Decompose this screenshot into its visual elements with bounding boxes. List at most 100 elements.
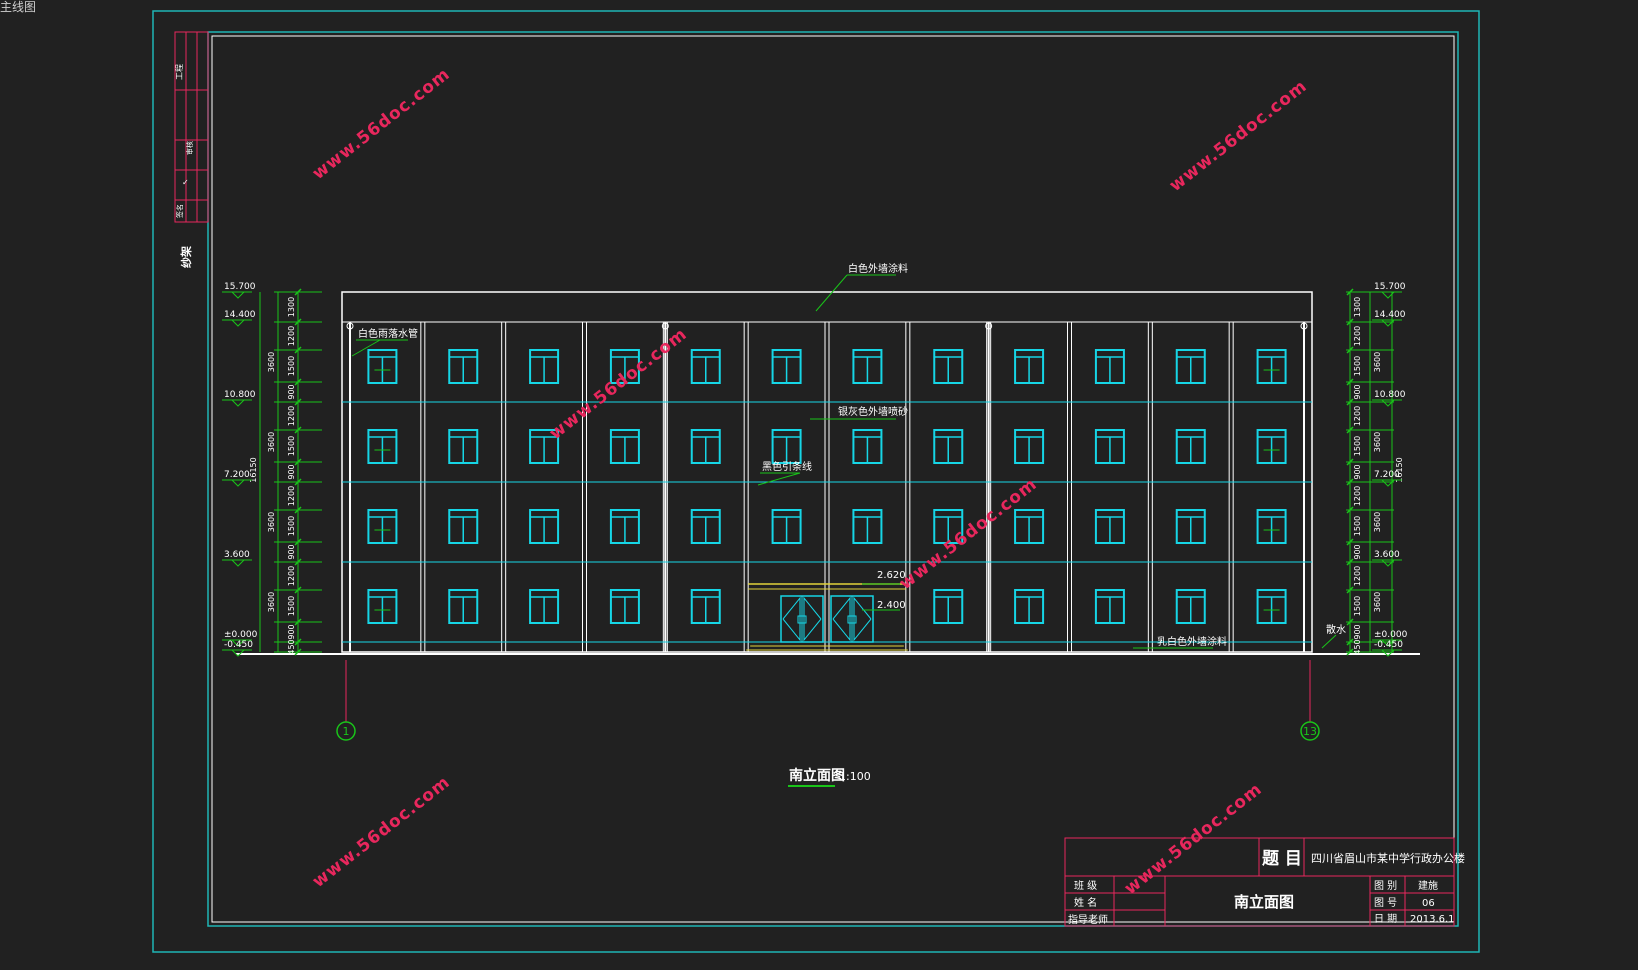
window bbox=[529, 589, 560, 624]
watermark-text: www.56doc.com bbox=[309, 64, 454, 184]
level-marker bbox=[231, 319, 245, 327]
plinth-label: 乳白色外墙涂料 bbox=[1157, 635, 1227, 648]
window bbox=[529, 509, 560, 544]
roof-paint-label: 白色外墙涂料 bbox=[848, 262, 908, 275]
window bbox=[1094, 589, 1125, 624]
window bbox=[529, 349, 560, 384]
level-marker bbox=[231, 479, 245, 487]
dim-floor-label: 3600 bbox=[1373, 352, 1382, 372]
watermark-text: www.56doc.com bbox=[896, 474, 1041, 594]
level-label: 3.600 bbox=[1374, 550, 1400, 560]
level-label: 15.700 bbox=[1374, 282, 1406, 292]
level-label: 10.800 bbox=[1374, 390, 1406, 400]
dim-segment-label: 1500 bbox=[287, 436, 296, 456]
watermark-text: www.56doc.com bbox=[1121, 779, 1266, 899]
dim-segment-label: 1300 bbox=[1353, 297, 1362, 317]
axis-label-left: 1 bbox=[343, 725, 350, 738]
dim-floor-label: 3600 bbox=[1373, 432, 1382, 452]
inner-frame bbox=[207, 31, 1459, 927]
watermark-text: www.56doc.com bbox=[546, 324, 691, 444]
window bbox=[690, 589, 721, 624]
window bbox=[933, 349, 964, 384]
dim-segment-label: 1500 bbox=[287, 596, 296, 616]
right-dimension-chain: 1300 1200 1500 900 1200 1500 900 1200 1500 900 120… bbox=[1346, 282, 1408, 657]
category-label: 图 别 bbox=[1374, 880, 1397, 892]
level-label: 10.800 bbox=[224, 390, 256, 400]
window bbox=[771, 509, 802, 544]
dim-segment-label: 1200 bbox=[287, 406, 296, 426]
level-label: ±0.000 bbox=[224, 630, 258, 640]
drawing-scale: 1:100 bbox=[839, 770, 871, 783]
window bbox=[367, 429, 398, 464]
drawing-sheet: 工程 审核 ✓ 签名 纱架 1300 1200 1500 900 1200 1500 900… bbox=[152, 10, 1480, 953]
dim-segment-label: 450 bbox=[1353, 639, 1362, 654]
window bbox=[1014, 429, 1045, 464]
window bbox=[933, 589, 964, 624]
advisor-label: 指导老师 bbox=[1068, 913, 1108, 926]
level-marker bbox=[231, 559, 245, 567]
downpipe-label: 白色雨落水管 bbox=[358, 327, 418, 340]
name-label: 姓 名 bbox=[1074, 896, 1097, 909]
dim-floor-label: 3600 bbox=[1373, 592, 1382, 612]
level-label: ±0.000 bbox=[1374, 630, 1408, 640]
level-label: 3.600 bbox=[224, 550, 250, 560]
window bbox=[852, 429, 883, 464]
dim-segment-label: 1200 bbox=[1353, 406, 1362, 426]
building-outline bbox=[341, 291, 1313, 653]
window bbox=[852, 509, 883, 544]
window bbox=[1175, 429, 1206, 464]
number-label: 图 号 bbox=[1374, 897, 1397, 909]
window bbox=[448, 429, 479, 464]
svg-text:✓: ✓ bbox=[182, 178, 189, 187]
svg-text:审核: 审核 bbox=[185, 141, 194, 155]
window bbox=[1256, 509, 1287, 544]
level-label: 14.400 bbox=[1374, 310, 1406, 320]
window bbox=[1094, 509, 1125, 544]
axis-markers: 1 13 bbox=[336, 660, 1320, 741]
grey-wall-label: 银灰色外墙喷砂 bbox=[838, 405, 908, 418]
building-elevation bbox=[236, 291, 1420, 655]
watermark-text: www.56doc.com bbox=[309, 772, 454, 892]
black-line-label: 黑色引条线 bbox=[762, 460, 812, 473]
dim-floor-label: 3600 bbox=[1373, 512, 1382, 532]
level-label: -0.450 bbox=[1374, 640, 1403, 650]
dim-segment-label: 900 bbox=[1353, 624, 1362, 639]
date-value: 2013.6.1 bbox=[1410, 914, 1455, 925]
window bbox=[448, 509, 479, 544]
dim-segment-label: 900 bbox=[1353, 464, 1362, 479]
dim-segment-label: 1500 bbox=[1353, 596, 1362, 616]
dim-segment-label: 900 bbox=[1353, 544, 1362, 559]
window bbox=[1256, 349, 1287, 384]
level-marker bbox=[231, 399, 245, 407]
window bbox=[1175, 509, 1206, 544]
dim-floor-label: 3600 bbox=[267, 592, 276, 612]
dim-segment-label: 900 bbox=[287, 464, 296, 479]
svg-text:签名: 签名 bbox=[175, 204, 184, 218]
window bbox=[933, 429, 964, 464]
dim-segment-label: 1200 bbox=[1353, 486, 1362, 506]
dim-segment-label: 1500 bbox=[287, 516, 296, 536]
topic-label: 题 目 bbox=[1262, 849, 1302, 869]
dim-segment-label: 900 bbox=[287, 624, 296, 639]
level-label: 15.700 bbox=[224, 282, 256, 292]
dim-total-label: 16150 bbox=[249, 457, 258, 482]
canopy-bottom-level: 2.400 bbox=[877, 600, 906, 611]
window bbox=[1014, 589, 1045, 624]
number-value: 06 bbox=[1422, 898, 1435, 909]
dim-segment-label: 1500 bbox=[1353, 356, 1362, 376]
dim-segment-label: 1200 bbox=[287, 566, 296, 586]
dim-segment-label: 1200 bbox=[287, 486, 296, 506]
dim-segment-label: 900 bbox=[287, 544, 296, 559]
inner-frame-line bbox=[211, 35, 1455, 923]
dim-segment-label: 1200 bbox=[1353, 326, 1362, 346]
dim-floor-label: 3600 bbox=[267, 512, 276, 532]
entrance-door bbox=[780, 595, 824, 643]
floor-label: 纱架 bbox=[179, 246, 193, 268]
canopy-top-level: 2.620 bbox=[877, 570, 906, 581]
level-label: 14.400 bbox=[224, 310, 256, 320]
window bbox=[367, 589, 398, 624]
window bbox=[367, 509, 398, 544]
window bbox=[1094, 429, 1125, 464]
window bbox=[609, 509, 640, 544]
window bbox=[690, 429, 721, 464]
